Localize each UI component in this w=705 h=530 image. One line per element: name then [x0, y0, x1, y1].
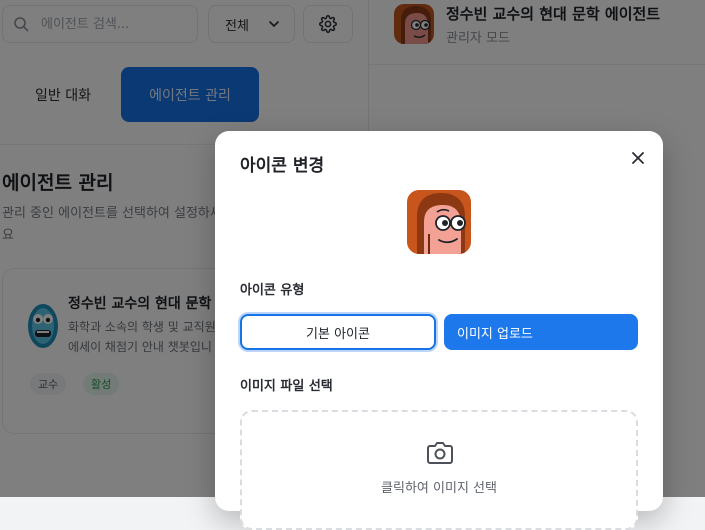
icon-type-label: 아이콘 유형	[240, 283, 305, 298]
dropzone-text: 클릭하여 이미지 선택	[381, 481, 497, 496]
close-icon	[632, 152, 644, 164]
camera-icon	[427, 442, 453, 464]
app-page: 전체 일반 대화 에이전트 관리 에이전트 관리 관리 중인 에이전트를 선택하…	[0, 0, 705, 530]
image-dropzone[interactable]: 클릭하여 이미지 선택	[240, 410, 638, 530]
close-button[interactable]	[626, 146, 650, 170]
change-icon-dialog: 아이콘 변경 아이콘 유형 기본 아이콘 이미지 업로드 이미지 파일 선택 클…	[215, 131, 663, 530]
dialog-title: 아이콘 변경	[240, 156, 325, 176]
icon-preview	[407, 190, 471, 254]
default-icon-option[interactable]: 기본 아이콘	[240, 314, 436, 350]
upload-image-option[interactable]: 이미지 업로드	[444, 314, 638, 350]
image-file-label: 이미지 파일 선택	[240, 379, 333, 394]
